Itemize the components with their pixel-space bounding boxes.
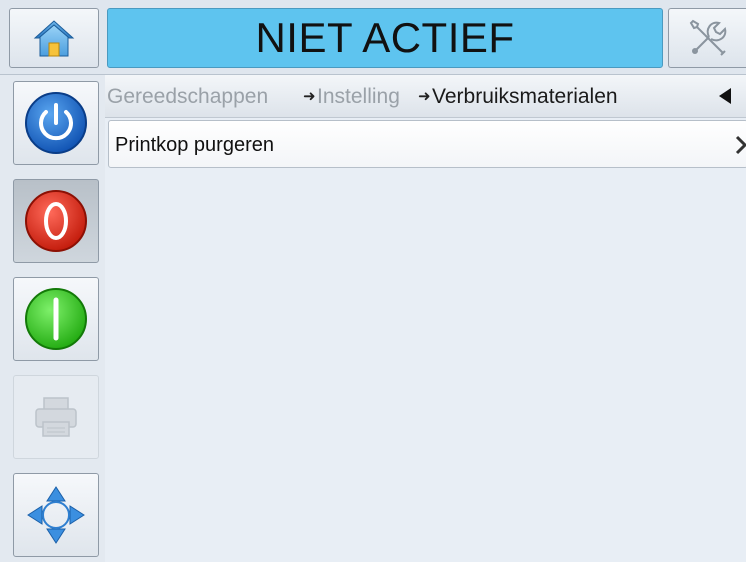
- stop-button[interactable]: [13, 179, 99, 263]
- content-area: Printkop purgeren: [105, 118, 746, 562]
- breadcrumb-item-current: Verbruiksmaterialen: [432, 85, 618, 108]
- printer-icon: [35, 397, 77, 437]
- print-button[interactable]: [13, 375, 99, 459]
- stop-icon: [25, 190, 87, 252]
- menu-item-label: Printkop purgeren: [115, 134, 274, 156]
- power-button[interactable]: [13, 81, 99, 165]
- home-button[interactable]: [9, 8, 99, 68]
- menu-item-printkop-purgeren[interactable]: Printkop purgeren: [108, 120, 746, 168]
- power-icon: [25, 92, 87, 154]
- status-banner: NIET ACTIEF: [107, 8, 663, 68]
- start-button[interactable]: [13, 277, 99, 361]
- start-icon: [25, 288, 87, 350]
- sidebar: [0, 75, 106, 562]
- top-bar: NIET ACTIEF: [0, 0, 746, 75]
- navigate-icon: [27, 486, 85, 544]
- back-arrow-icon[interactable]: [715, 86, 735, 106]
- breadcrumb-arrow-icon: ➜: [303, 88, 316, 105]
- breadcrumb: Gereedschappen ➜ Instelling ➜ Verbruiksm…: [105, 75, 746, 118]
- breadcrumb-item-instelling[interactable]: Instelling: [317, 85, 400, 109]
- breadcrumb-arrow-icon: ➜: [418, 88, 431, 105]
- breadcrumb-item-gereedschappen[interactable]: Gereedschappen: [107, 85, 268, 109]
- tools-button[interactable]: [668, 8, 746, 68]
- home-icon: [33, 20, 75, 57]
- chevron-right-icon: [735, 135, 746, 155]
- tools-icon: [689, 19, 726, 56]
- navigate-button[interactable]: [13, 473, 99, 557]
